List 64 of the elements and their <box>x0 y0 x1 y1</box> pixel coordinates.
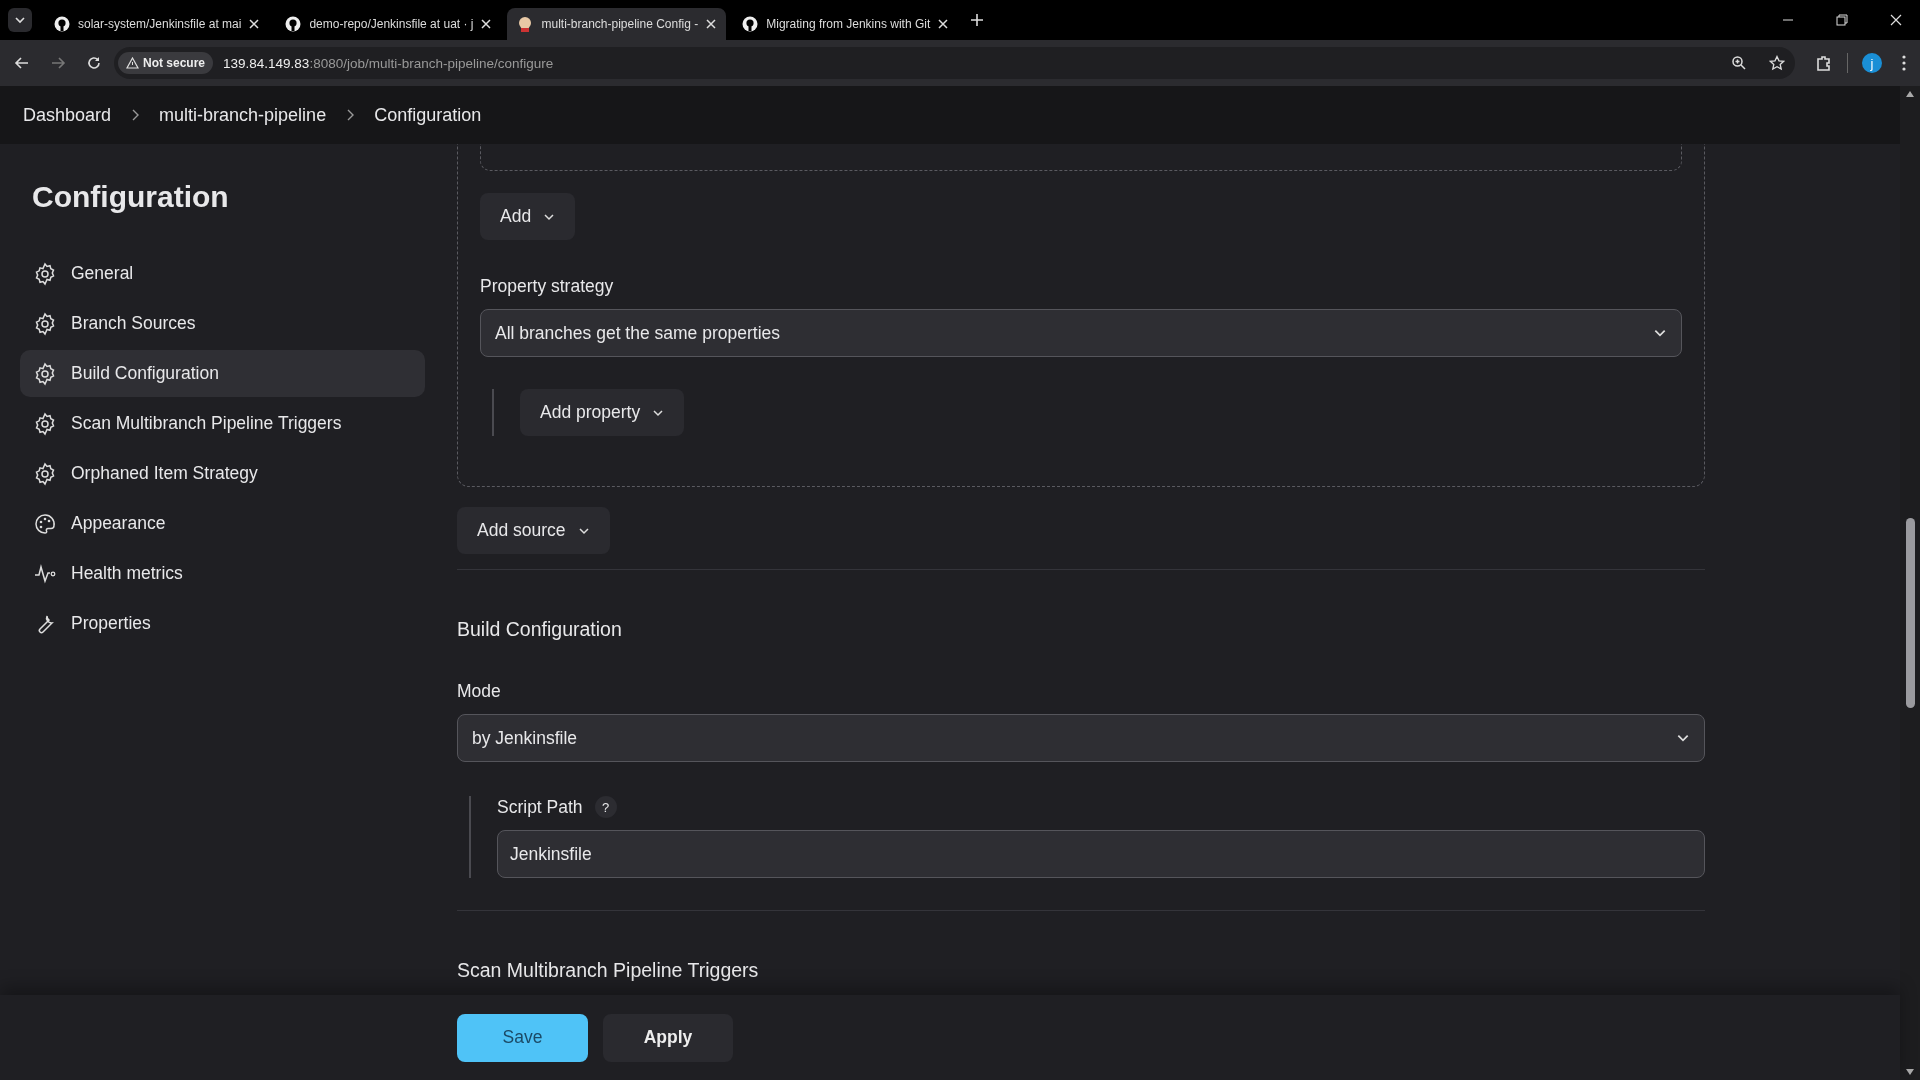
sidebar-item[interactable]: Appearance <box>20 500 425 547</box>
sidebar-item[interactable]: Properties <box>20 600 425 647</box>
section-heading: Build Configuration <box>457 618 623 641</box>
menu-icon[interactable] <box>1902 55 1906 71</box>
scroll-up-icon[interactable] <box>1905 90 1915 98</box>
add-button[interactable]: Add <box>480 193 576 240</box>
scrollbar-thumb[interactable] <box>1905 518 1915 708</box>
gear-icon <box>33 361 57 386</box>
star-icon[interactable] <box>1769 55 1785 71</box>
back-icon[interactable] <box>14 55 30 71</box>
field-label: Script Path <box>497 796 583 818</box>
zoom-icon[interactable] <box>1731 55 1747 71</box>
chevron-icon <box>14 14 26 26</box>
breadcrumb-link[interactable]: Dashboard <box>23 104 112 126</box>
close-icon[interactable] <box>706 19 717 29</box>
browser-tab[interactable]: multi-branch-pipeline Config - <box>507 8 727 40</box>
sidebar-item[interactable]: Build Configuration <box>20 350 425 397</box>
breadcrumb-link[interactable]: multi-branch-pipeline <box>159 104 327 126</box>
browser-tab[interactable]: solar-system/Jenkinsfile at mai <box>44 8 270 40</box>
url-path: :8080/job/multi-branch-pipeline/configure <box>309 55 554 71</box>
field-label: Property strategy <box>480 276 615 297</box>
sidebar-item[interactable]: Branch Sources <box>20 300 425 347</box>
gear-icon <box>33 461 57 486</box>
palette-icon <box>33 511 57 536</box>
apply-button[interactable]: Apply <box>603 1013 733 1062</box>
browser-tab[interactable]: demo-repo/Jenkinsfile at uat · j <box>275 8 502 40</box>
script-path-field[interactable]: Jenkinsfile <box>497 830 1705 878</box>
add-source-button[interactable]: Add source <box>457 507 610 554</box>
reload-icon[interactable] <box>86 55 102 71</box>
breadcrumb-link[interactable]: Configuration <box>374 104 482 126</box>
gear-icon <box>33 261 57 286</box>
profile-avatar[interactable]: j <box>1862 53 1882 73</box>
warning-icon <box>126 57 139 69</box>
new-tab-icon[interactable] <box>970 13 985 27</box>
sidebar-item[interactable]: General <box>20 250 425 297</box>
scrollbar[interactable] <box>1900 86 1920 1080</box>
scroll-down-icon[interactable] <box>1905 1068 1915 1076</box>
address-bar[interactable]: Not secure 139.84.149.83:8080/job/multi-branch-pipeline/configure <box>114 47 1795 79</box>
puzzle-icon[interactable] <box>1815 54 1833 72</box>
save-button[interactable]: Save <box>457 1013 588 1062</box>
restore-icon[interactable] <box>1836 14 1848 26</box>
chevron-icon <box>346 109 355 121</box>
property-strategy-select[interactable]: All branches get the same properties <box>480 309 1682 357</box>
gear-icon <box>33 311 57 336</box>
gear-icon <box>33 411 57 436</box>
mode-select[interactable]: by Jenkinsfile <box>457 714 1705 762</box>
close-icon[interactable] <box>1890 14 1902 26</box>
close-icon[interactable] <box>249 19 260 29</box>
section-heading: Scan Multibranch Pipeline Triggers <box>457 959 760 982</box>
sidebar-title: Configuration <box>32 180 230 214</box>
close-icon[interactable] <box>481 19 492 29</box>
forward-icon[interactable] <box>50 55 66 71</box>
help-button[interactable]: ? <box>594 796 617 818</box>
sidebar-item[interactable]: Orphaned Item Strategy <box>20 450 425 497</box>
security-chip[interactable]: Not secure <box>118 52 214 74</box>
sidebar-item[interactable]: Scan Multibranch Pipeline Triggers <box>20 400 425 447</box>
sidebar-item[interactable]: Health metrics <box>20 550 425 597</box>
chevron-icon <box>131 109 140 121</box>
close-icon[interactable] <box>938 19 949 29</box>
tab-list-button[interactable] <box>8 8 32 32</box>
field-label: Mode <box>457 681 502 702</box>
browser-tab[interactable]: Migrating from Jenkins with Git <box>732 8 959 40</box>
add-property-button[interactable]: Add property <box>520 389 685 436</box>
url-host: 139.84.149.83 <box>223 55 310 71</box>
